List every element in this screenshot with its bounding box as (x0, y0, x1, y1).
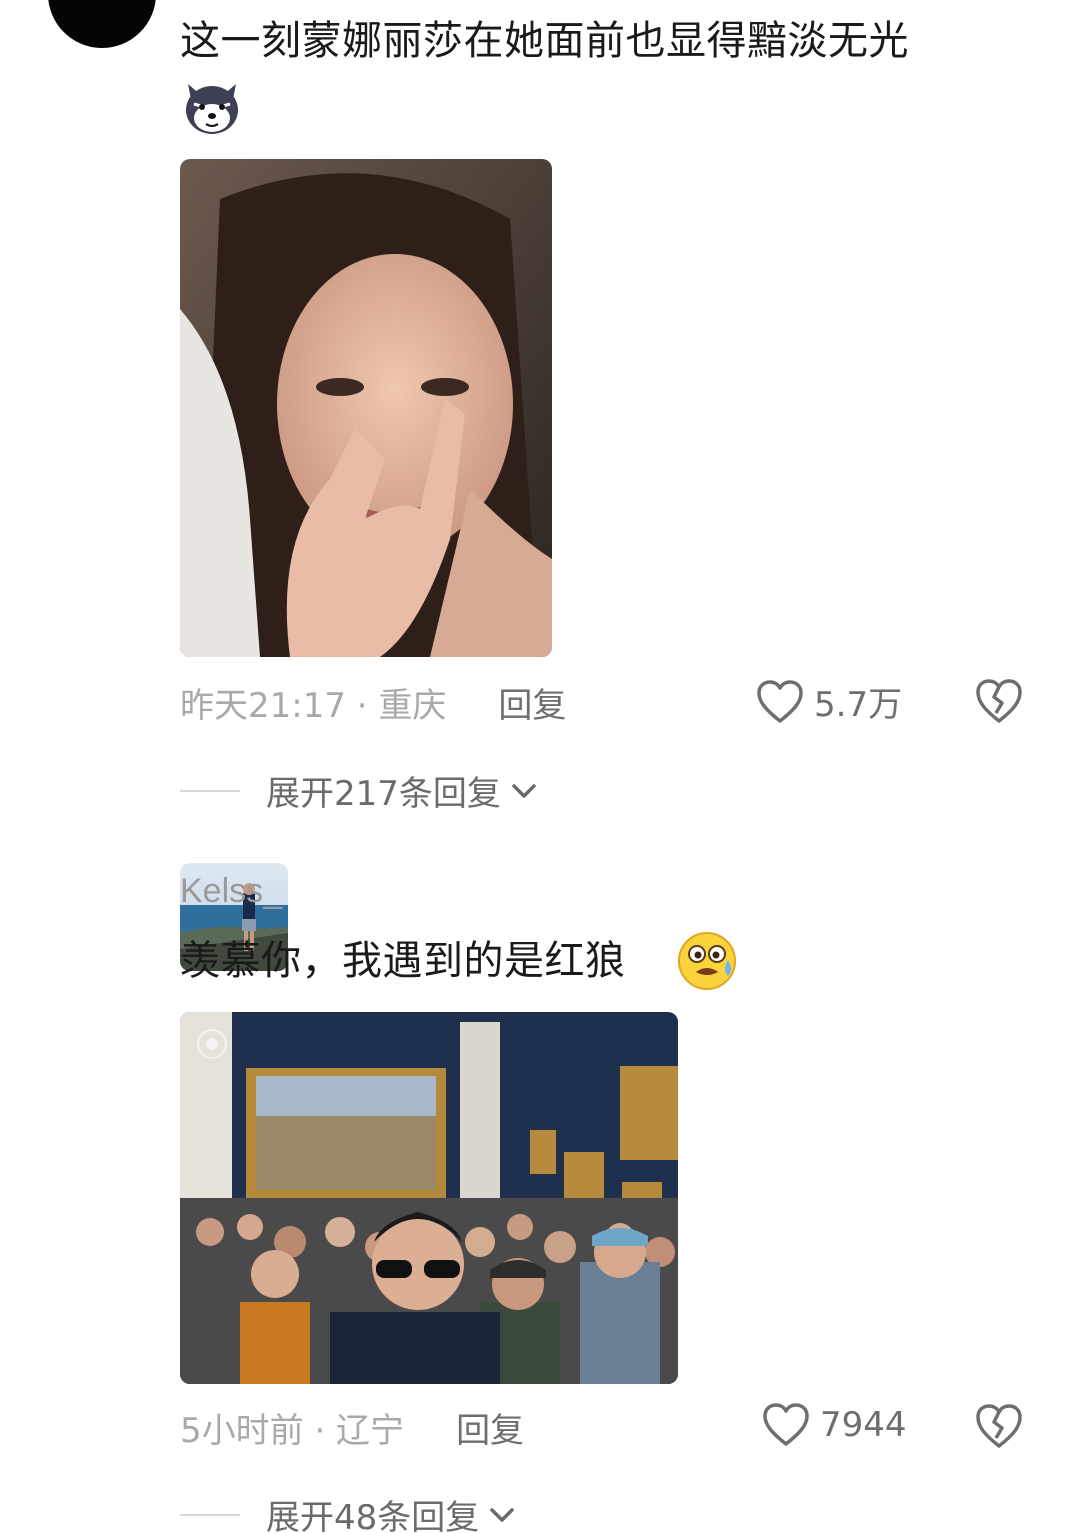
broken-heart-icon (976, 1404, 1022, 1448)
divider-line (180, 1513, 240, 1516)
wolf-emoji-icon (180, 74, 244, 138)
sweat-smile-emoji-icon (676, 930, 738, 992)
comment-2-dislike-button[interactable] (974, 1402, 1024, 1452)
comment-1-time-location: 昨天21:17 · 重庆 (180, 685, 447, 726)
comment-1-text: 这一刻蒙娜丽莎在她面前也显得黯淡无光 (180, 18, 909, 64)
comment-2-photo[interactable] (180, 1012, 678, 1384)
chevron-down-icon (512, 783, 536, 798)
comment-1-reply-button[interactable]: 回复 (498, 678, 566, 727)
broken-heart-icon (976, 679, 1022, 723)
comment-1-dislike-button[interactable] (974, 677, 1024, 727)
divider-line (180, 789, 240, 792)
comment-1-like-button[interactable]: 5.7万 (756, 677, 902, 726)
comment-feed: 这一刻蒙娜丽莎在她面前也显得黯淡无光 昨天21:17 · 重庆 回复 5.7万 … (0, 0, 1080, 1533)
comment-2-expand-replies[interactable]: 展开48条回复 (180, 1490, 517, 1533)
comment-2-username[interactable]: Kelss_ (180, 872, 282, 911)
comment-2-reply-button[interactable]: 回复 (456, 1403, 524, 1452)
comment-1-meta: 昨天21:17 · 重庆 回复 (180, 677, 1032, 727)
comment-2-like-count: 7944 (820, 1405, 907, 1445)
chevron-down-icon (490, 1507, 515, 1522)
comment-1-expand-label: 展开217条回复 (266, 774, 501, 814)
avatar-user-1[interactable] (48, 0, 156, 48)
comment-2-like-button[interactable]: 7944 (762, 1402, 907, 1448)
comment-2-text: 羡慕你，我遇到的是红狼 (180, 938, 626, 984)
comment-2-expand-label: 展开48条回复 (266, 1498, 480, 1533)
comment-1-expand-replies[interactable]: 展开217条回复 (180, 766, 539, 815)
heart-outline-icon (757, 679, 803, 723)
comment-1-like-count: 5.7万 (814, 685, 903, 725)
comment-2-time-location: 5小时前 · 辽宁 (180, 1410, 405, 1451)
heart-outline-icon (763, 1403, 809, 1446)
comment-1-photo[interactable] (180, 159, 552, 657)
